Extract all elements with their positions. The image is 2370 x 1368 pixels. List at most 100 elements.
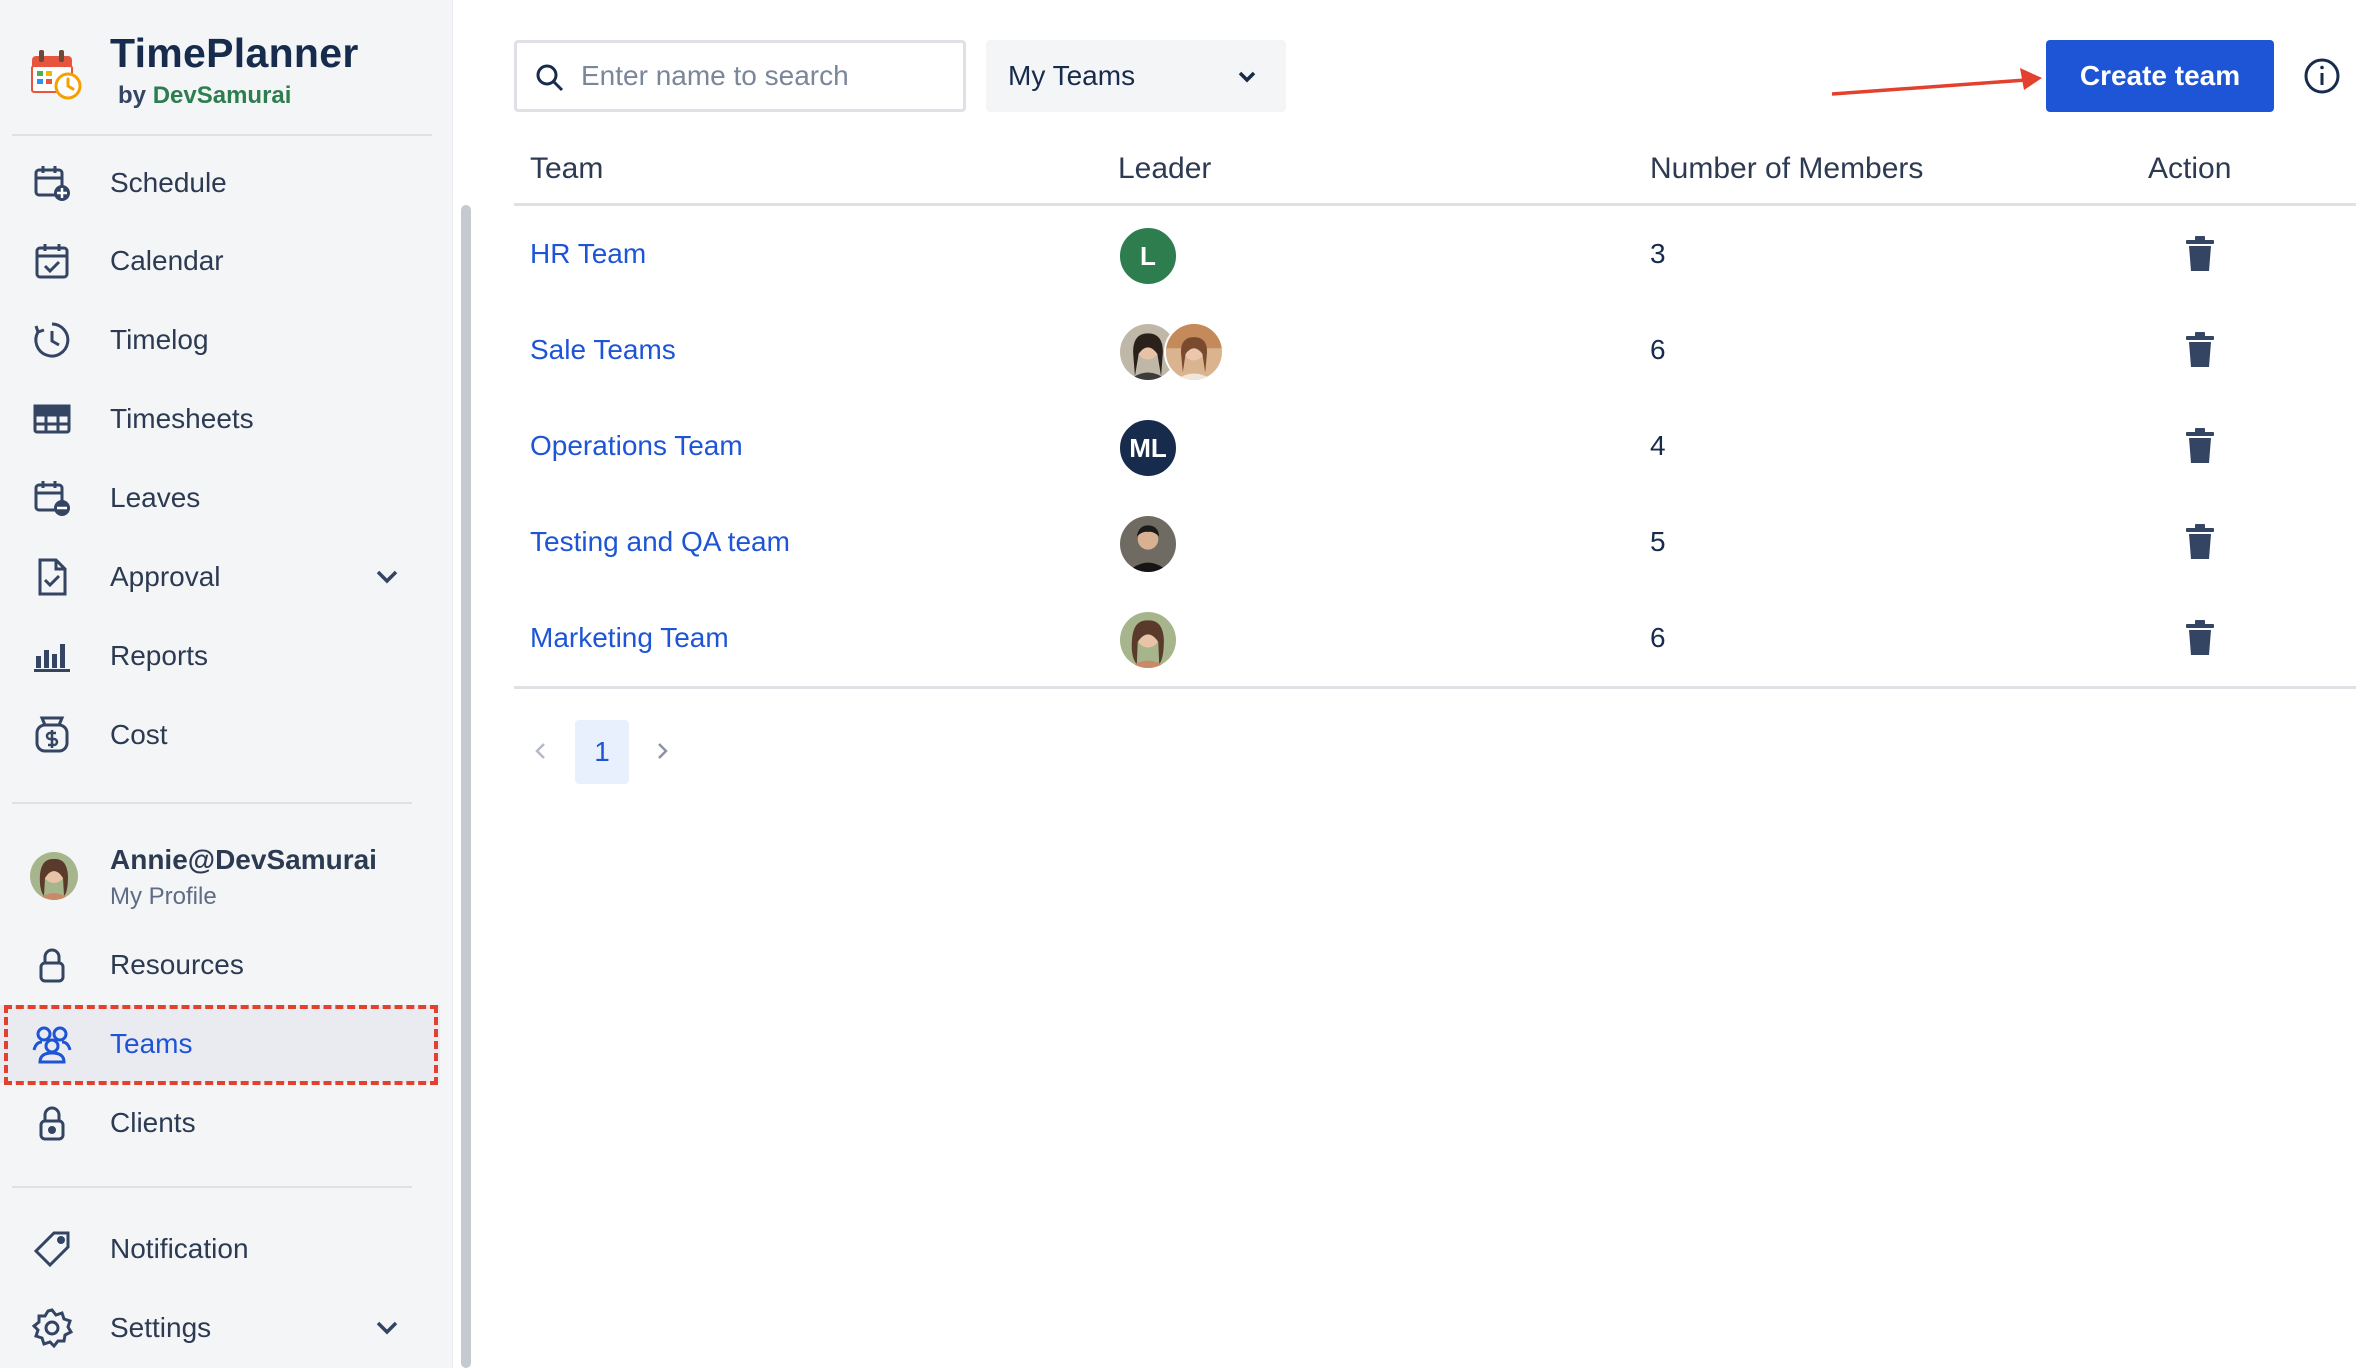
- search-box[interactable]: [514, 40, 966, 112]
- sidebar-divider: [12, 802, 412, 804]
- team-name-link[interactable]: Operations Team: [530, 430, 743, 462]
- member-count: 6: [1650, 334, 1666, 365]
- leader-avatars: ML: [1118, 418, 1178, 478]
- calendar-plus-icon: [30, 161, 74, 205]
- trash-icon[interactable]: [2180, 522, 2220, 562]
- table-row: Testing and QA team 5: [514, 494, 2356, 590]
- team-name-link[interactable]: Sale Teams: [530, 334, 676, 366]
- table-row: HR Team L 3: [514, 206, 2356, 302]
- leader-avatar[interactable]: [1118, 610, 1178, 670]
- chevron-down-icon[interactable]: [372, 562, 402, 592]
- search-icon: [536, 64, 564, 92]
- team-filter-select[interactable]: My Teams: [986, 40, 1286, 112]
- sidebar-scrollbar[interactable]: [452, 0, 474, 1368]
- bar-chart-icon: [30, 634, 74, 678]
- sidebar-divider: [12, 1186, 412, 1188]
- sidebar-item-approval[interactable]: Approval: [0, 538, 440, 616]
- sidebar-item-label: Settings: [110, 1312, 212, 1343]
- leader-avatar[interactable]: L: [1118, 226, 1178, 286]
- sidebar-item-label: Leaves: [110, 482, 201, 513]
- leader-avatars: [1118, 322, 1224, 382]
- sidebar-item-label: Schedule: [110, 167, 227, 198]
- column-header-action: Action: [2148, 152, 2232, 185]
- sidebar-item-timelog[interactable]: Timelog: [0, 301, 440, 379]
- timeplanner-logo-icon: [31, 50, 82, 100]
- sidebar-item-label: Approval: [110, 561, 221, 592]
- sidebar-item-clients[interactable]: Clients: [0, 1084, 440, 1162]
- info-icon[interactable]: [2302, 56, 2342, 96]
- chevron-down-icon[interactable]: [372, 1313, 402, 1343]
- vendor-prefix: by: [118, 82, 147, 109]
- page-button-current[interactable]: 1: [575, 720, 629, 784]
- table-row: Sale Teams 6: [514, 302, 2356, 398]
- sidebar-item-label: Reports: [110, 640, 209, 671]
- money-bag-icon: [30, 713, 74, 757]
- sidebar-item-label: Clients: [110, 1107, 196, 1138]
- document-check-icon: [30, 555, 74, 599]
- create-team-button[interactable]: Create team: [2046, 40, 2274, 112]
- search-input[interactable]: [581, 53, 951, 99]
- tag-icon: [30, 1227, 74, 1271]
- team-name-link[interactable]: HR Team: [530, 238, 646, 270]
- sidebar-item-label: Notification: [110, 1233, 249, 1264]
- sidebar-item-leaves[interactable]: Leaves: [0, 459, 440, 537]
- sidebar-item-label: Calendar: [110, 245, 224, 276]
- team-name-link[interactable]: Marketing Team: [530, 622, 729, 654]
- sidebar-item-resources[interactable]: Resources: [0, 926, 440, 1004]
- sidebar-item-label: Resources: [110, 949, 244, 980]
- column-header-members: Number of Members: [1650, 152, 1924, 185]
- sidebar-item-calendar[interactable]: Calendar: [0, 222, 440, 300]
- sidebar: TimePlanner by DevSamurai Schedule Calen…: [0, 0, 474, 1368]
- sidebar-item-label: Timelog: [110, 324, 209, 355]
- sidebar-item-label: Cost: [110, 719, 168, 750]
- member-count: 6: [1650, 622, 1666, 653]
- lock-icon: [30, 1101, 74, 1145]
- chevron-left-icon[interactable]: [530, 740, 552, 762]
- lock-icon: [30, 943, 74, 987]
- member-count: 4: [1650, 430, 1666, 461]
- table-footer-divider: [514, 686, 2356, 689]
- member-count: 3: [1650, 238, 1666, 269]
- profile-name: Annie@DevSamurai: [110, 844, 377, 875]
- leader-avatars: [1118, 610, 1178, 670]
- brand[interactable]: TimePlanner by DevSamurai: [28, 28, 448, 118]
- sidebar-item-schedule[interactable]: Schedule: [0, 144, 440, 222]
- column-header-team: Team: [530, 152, 604, 185]
- leader-avatars: L: [1118, 226, 1178, 286]
- leader-avatar[interactable]: ML: [1118, 418, 1178, 478]
- calendar-minus-icon: [30, 476, 74, 520]
- scrollbar-thumb[interactable]: [461, 205, 471, 1368]
- sidebar-item-reports[interactable]: Reports: [0, 617, 440, 695]
- avatar: [30, 852, 78, 900]
- vendor-name: DevSamurai: [152, 82, 292, 109]
- annotation-arrow: [1831, 68, 2042, 96]
- sidebar-item-settings[interactable]: Settings: [0, 1289, 440, 1367]
- app-title: TimePlanner: [110, 30, 359, 76]
- leader-avatars: [1118, 514, 1178, 574]
- chevron-right-icon[interactable]: [651, 740, 673, 762]
- leader-avatar[interactable]: [1118, 514, 1178, 574]
- team-name-link[interactable]: Testing and QA team: [530, 526, 790, 558]
- table-row: Marketing Team 6: [514, 590, 2356, 686]
- trash-icon[interactable]: [2180, 426, 2220, 466]
- sidebar-divider: [12, 134, 432, 136]
- sidebar-item-timesheets[interactable]: Timesheets: [0, 380, 440, 458]
- trash-icon[interactable]: [2180, 234, 2220, 274]
- trash-icon[interactable]: [2180, 330, 2220, 370]
- gear-icon: [30, 1306, 74, 1350]
- profile-sub: My Profile: [110, 883, 217, 910]
- highlight-outline: [4, 1005, 438, 1085]
- sidebar-item-cost[interactable]: Cost: [0, 696, 440, 774]
- chevron-down-icon: [1238, 71, 1256, 83]
- table-row: Operations Team ML 4: [514, 398, 2356, 494]
- app-vendor: by DevSamurai: [118, 82, 291, 110]
- profile-link[interactable]: Annie@DevSamurai My Profile: [0, 838, 440, 922]
- leader-avatar[interactable]: [1164, 322, 1224, 382]
- team-filter-value: My Teams: [1008, 60, 1136, 91]
- calendar-check-icon: [30, 239, 74, 283]
- sidebar-item-notification[interactable]: Notification: [0, 1210, 440, 1288]
- clock-icon: [30, 318, 74, 362]
- trash-icon[interactable]: [2180, 618, 2220, 658]
- table-header: Team Leader Number of Members Action: [514, 140, 2356, 206]
- grid-icon: [30, 397, 74, 441]
